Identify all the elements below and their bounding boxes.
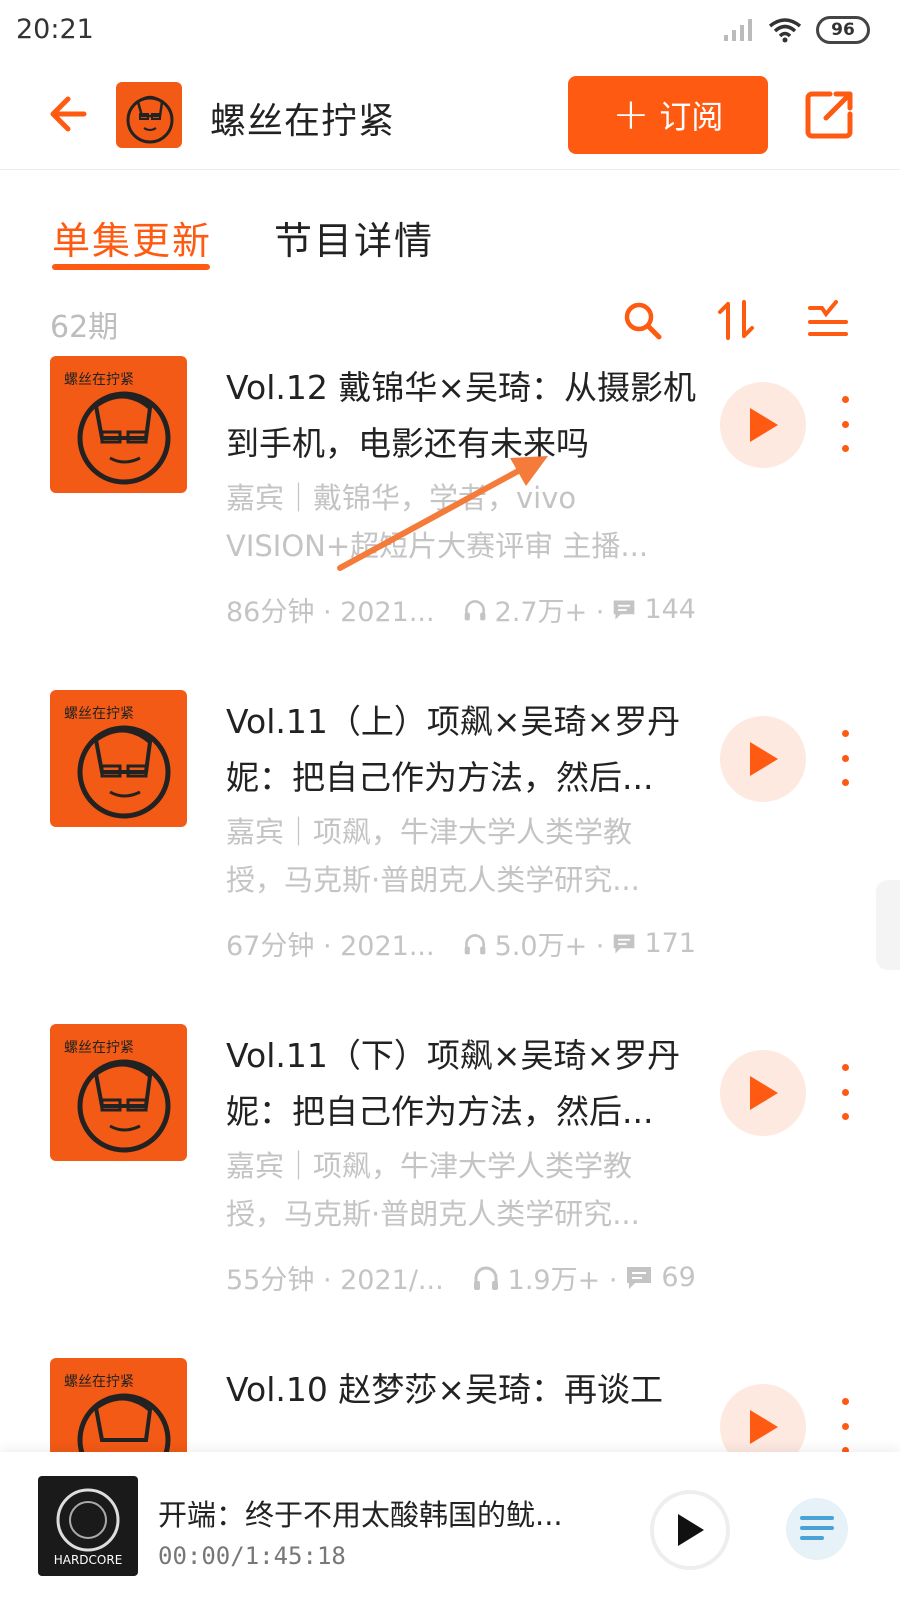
podcast-cover	[116, 82, 182, 148]
episode-description: 嘉宾｜项飙，牛津大学人类学教授，马克斯·普朗克人类学研究...	[226, 815, 640, 897]
cover-art-icon: HARDCORE	[54, 1488, 123, 1567]
episode-cover: 螺丝在拧紧	[50, 356, 187, 493]
episode-comments: 69	[661, 1262, 696, 1293]
episode-meta: 86分钟 · 2021... 2.7万+ · 144	[226, 590, 696, 629]
episode-plays: 5.0万+ ·	[494, 931, 605, 962]
episode-title[interactable]: Vol.11（下）项飙×吴琦×罗丹妮：把自己作为方法，然后...	[226, 1028, 696, 1140]
playlist-icon	[800, 1516, 834, 1540]
episode-duration: 55分钟 · 2021/...	[226, 1265, 444, 1296]
battery-indicator: 96	[816, 16, 870, 44]
signal-icon	[724, 19, 752, 41]
comment-icon	[614, 934, 635, 953]
scroll-handle[interactable]	[876, 880, 900, 970]
episode-item[interactable]: 螺丝在拧紧 Vol.10 赵梦莎×吴琦：再谈工	[0, 1358, 900, 1452]
mini-player[interactable]: HARDCORE 开端：终于不用太酸韩国的鱿... 00:00/1:45:18	[0, 1452, 900, 1600]
wifi-icon	[768, 18, 802, 43]
play-icon	[750, 408, 778, 442]
episode-title[interactable]: Vol.10 赵梦莎×吴琦：再谈工	[226, 1362, 696, 1418]
play-icon	[750, 1076, 778, 1110]
subscribe-button[interactable]: + 订阅	[568, 76, 768, 154]
more-vertical-icon[interactable]	[834, 396, 856, 452]
episode-count: 62期	[50, 310, 119, 345]
cover-label: 螺丝在拧紧	[64, 1040, 134, 1056]
cover-label: 螺丝在拧紧	[64, 706, 134, 722]
status-time: 20:21	[16, 14, 94, 45]
cover-face-icon: 螺丝在拧紧	[64, 706, 171, 819]
now-playing-time: 00:00/1:45:18	[158, 1542, 346, 1570]
now-playing-cover: HARDCORE	[38, 1476, 138, 1576]
cover-label: 螺丝在拧紧	[64, 372, 134, 388]
tab-program-details[interactable]: 节目详情	[274, 210, 434, 265]
cover-face-icon: 螺丝在拧紧	[64, 1040, 171, 1153]
comment-icon	[614, 600, 635, 619]
episode-cover: 螺丝在拧紧	[50, 1358, 187, 1452]
list-toolbar: 62期	[0, 296, 900, 346]
more-vertical-icon[interactable]	[834, 1064, 856, 1120]
sort-icon[interactable]	[714, 298, 758, 342]
filter-list-icon[interactable]	[806, 298, 850, 342]
cover-label: HARDCORE	[54, 1553, 123, 1567]
back-arrow-icon[interactable]	[44, 86, 100, 142]
episode-title[interactable]: Vol.12 戴锦华×吴琦：从摄影机到手机，电影还有未来吗	[226, 360, 696, 472]
episode-duration: 86分钟 · 2021...	[226, 597, 435, 628]
episode-meta: 55分钟 · 2021/... 1.9万+ · 69	[226, 1258, 696, 1297]
cover-label: 螺丝在拧紧	[64, 1374, 134, 1390]
more-vertical-icon[interactable]	[834, 1398, 856, 1452]
subscribe-label: 订阅	[659, 98, 724, 136]
headphones-icon	[464, 599, 485, 620]
active-tab-indicator	[52, 264, 210, 270]
cover-face-icon: 螺丝在拧紧	[64, 1374, 171, 1452]
episode-description: 嘉宾｜项飙，牛津大学人类学教授，马克斯·普朗克人类学研究...	[226, 1149, 640, 1231]
play-button[interactable]	[720, 1384, 806, 1452]
episode-description: 嘉宾｜戴锦华，学者，vivo VISION+超短片大赛评审 主播...	[226, 481, 649, 563]
status-bar: 20:21 96	[0, 0, 900, 62]
tab-episodes[interactable]: 单集更新	[52, 210, 212, 265]
comment-icon	[627, 1266, 652, 1289]
search-icon[interactable]	[620, 298, 664, 342]
episode-item[interactable]: 螺丝在拧紧 Vol.12 戴锦华×吴琦：从摄影机到手机，电影还有未来吗 嘉宾｜戴…	[0, 356, 900, 686]
episode-item[interactable]: 螺丝在拧紧 Vol.11（下）项飙×吴琦×罗丹妮：把自己作为方法，然后... 嘉…	[0, 1024, 900, 1354]
play-icon	[750, 742, 778, 776]
play-button[interactable]	[720, 382, 806, 468]
play-button[interactable]	[720, 1050, 806, 1136]
play-icon	[750, 1410, 778, 1444]
tab-bar: 单集更新 节目详情	[0, 200, 900, 280]
play-icon	[678, 1514, 704, 1546]
share-icon[interactable]	[800, 86, 858, 144]
episode-cover: 螺丝在拧紧	[50, 1024, 187, 1161]
episode-title[interactable]: Vol.11（上）项飙×吴琦×罗丹妮：把自己作为方法，然后...	[226, 694, 696, 806]
headphones-icon	[464, 933, 485, 954]
episode-duration: 67分钟 · 2021...	[226, 931, 435, 962]
playlist-button[interactable]	[786, 1498, 848, 1560]
episode-meta: 67分钟 · 2021... 5.0万+ · 171	[226, 924, 696, 963]
play-button[interactable]	[720, 716, 806, 802]
headphones-icon	[473, 1266, 498, 1290]
episode-comments: 144	[644, 594, 696, 625]
episode-plays: 1.9万+ ·	[507, 1265, 618, 1296]
more-vertical-icon[interactable]	[834, 730, 856, 786]
status-icons: 96	[722, 14, 870, 46]
episode-item[interactable]: 螺丝在拧紧 Vol.11（上）项飙×吴琦×罗丹妮：把自己作为方法，然后... 嘉…	[0, 690, 900, 1020]
header: 螺丝在拧紧 + 订阅	[0, 62, 900, 170]
mini-play-button[interactable]	[650, 1490, 730, 1570]
now-playing-title[interactable]: 开端：终于不用太酸韩国的鱿...	[158, 1492, 598, 1534]
episode-cover: 螺丝在拧紧	[50, 690, 187, 827]
episode-comments: 171	[644, 928, 696, 959]
page-title: 螺丝在拧紧	[210, 101, 396, 142]
cover-face-icon: 螺丝在拧紧	[64, 372, 171, 485]
episode-plays: 2.7万+ ·	[494, 597, 605, 628]
plus-icon: +	[612, 89, 650, 140]
cover-face-icon	[126, 95, 174, 144]
